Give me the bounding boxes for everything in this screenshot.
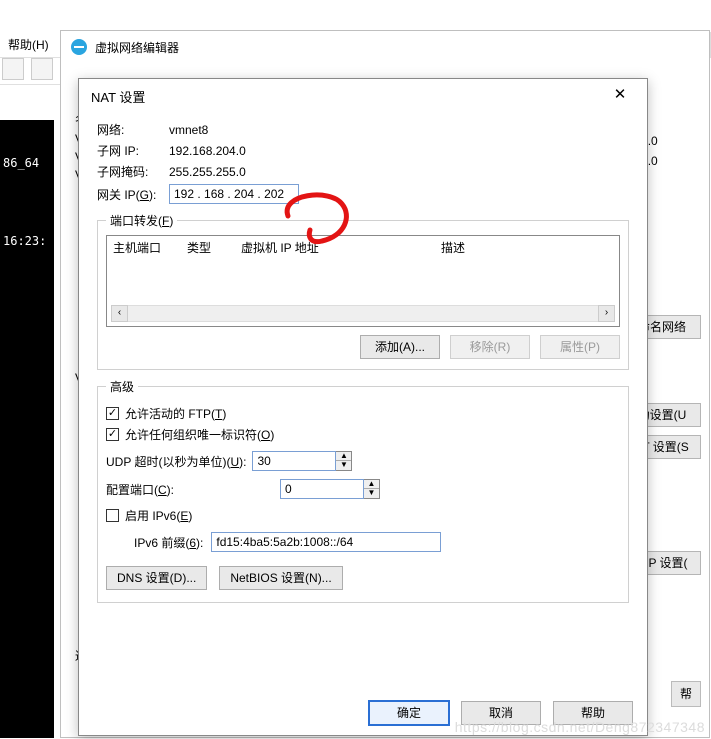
ok-button[interactable]: 确定	[369, 701, 449, 725]
subnet-ip-label: 子网 IP:	[97, 142, 169, 159]
allow-active-ftp-label: 允许活动的 FTP(T)	[125, 405, 226, 422]
properties-button: 属性(P)	[540, 335, 620, 359]
udp-timeout-input[interactable]	[252, 451, 336, 471]
spin-down-icon[interactable]: ▼	[336, 461, 351, 470]
subnet-mask-value: 255.255.255.0	[169, 165, 246, 179]
gateway-ip-input[interactable]	[169, 184, 299, 204]
scroll-left-icon[interactable]: ‹	[111, 305, 128, 322]
allow-oui-label: 允许任何组织唯一标识符(O)	[125, 426, 274, 443]
config-port-label: 配置端口(C):	[106, 481, 274, 498]
vne-help-button[interactable]: 帮	[671, 681, 701, 707]
nat-settings-dialog: NAT 设置 ✕ 网络: vmnet8 子网 IP: 192.168.204.0…	[78, 78, 648, 736]
advanced-group: 高级 允许活动的 FTP(T) 允许任何组织唯一标识符(O) UDP 超时(以秒…	[97, 378, 629, 603]
netbios-settings-button[interactable]: NetBIOS 设置(N)...	[219, 566, 342, 590]
enable-ipv6-checkbox[interactable]	[106, 509, 119, 522]
terminal-line: 86_64	[0, 154, 54, 172]
ipv6-prefix-label: IPv6 前缀(6):	[134, 534, 203, 551]
watermark: https://blog.csdn.net/Deng872347348	[455, 719, 705, 735]
config-port-input[interactable]	[280, 479, 364, 499]
network-value: vmnet8	[169, 123, 208, 137]
udp-timeout-label: UDP 超时(以秒为单位)(U):	[106, 453, 246, 470]
vne-titlebar[interactable]: 虚拟网络编辑器	[61, 31, 709, 63]
vne-title-text: 虚拟网络编辑器	[95, 39, 179, 56]
port-forwarding-group: 端口转发(F) 主机端口 类型 虚拟机 IP 地址 描述 ‹ › 添加(A)..…	[97, 212, 629, 370]
col-description[interactable]: 描述	[441, 239, 619, 256]
advanced-legend: 高级	[106, 378, 138, 395]
scroll-track[interactable]	[128, 305, 598, 322]
terminal-fragment: 86_64 16:23:	[0, 120, 54, 738]
scroll-right-icon[interactable]: ›	[598, 305, 615, 322]
add-button[interactable]: 添加(A)...	[360, 335, 440, 359]
table-header: 主机端口 类型 虚拟机 IP 地址 描述	[107, 236, 619, 258]
gateway-label: 网关 IP(G):	[97, 186, 169, 203]
toolbar-fragment	[0, 55, 60, 85]
toolbar-btn[interactable]	[2, 58, 24, 80]
port-forwarding-legend: 端口转发(F)	[106, 212, 177, 229]
network-label: 网络:	[97, 121, 169, 138]
allow-oui-checkbox[interactable]	[106, 428, 119, 441]
subnet-ip-value: 192.168.204.0	[169, 144, 246, 158]
subnet-mask-label: 子网掩码:	[97, 163, 169, 180]
vne-app-icon	[71, 39, 87, 55]
allow-active-ftp-checkbox[interactable]	[106, 407, 119, 420]
port-forwarding-table[interactable]: 主机端口 类型 虚拟机 IP 地址 描述 ‹ ›	[106, 235, 620, 327]
remove-button: 移除(R)	[450, 335, 530, 359]
dns-settings-button[interactable]: DNS 设置(D)...	[106, 566, 207, 590]
nat-titlebar[interactable]: NAT 设置 ✕	[79, 79, 647, 113]
spin-down-icon[interactable]: ▼	[364, 489, 379, 498]
nat-title-text: NAT 设置	[91, 87, 145, 106]
enable-ipv6-label: 启用 IPv6(E)	[125, 507, 192, 524]
toolbar-btn[interactable]	[31, 58, 53, 80]
col-type[interactable]: 类型	[187, 239, 241, 256]
col-host-port[interactable]: 主机端口	[113, 239, 187, 256]
horizontal-scrollbar[interactable]: ‹ ›	[111, 305, 615, 322]
col-vm-ip[interactable]: 虚拟机 IP 地址	[241, 239, 441, 256]
terminal-line: 16:23:	[0, 232, 54, 250]
ipv6-prefix-input[interactable]	[211, 532, 441, 552]
close-button[interactable]: ✕	[605, 84, 635, 108]
